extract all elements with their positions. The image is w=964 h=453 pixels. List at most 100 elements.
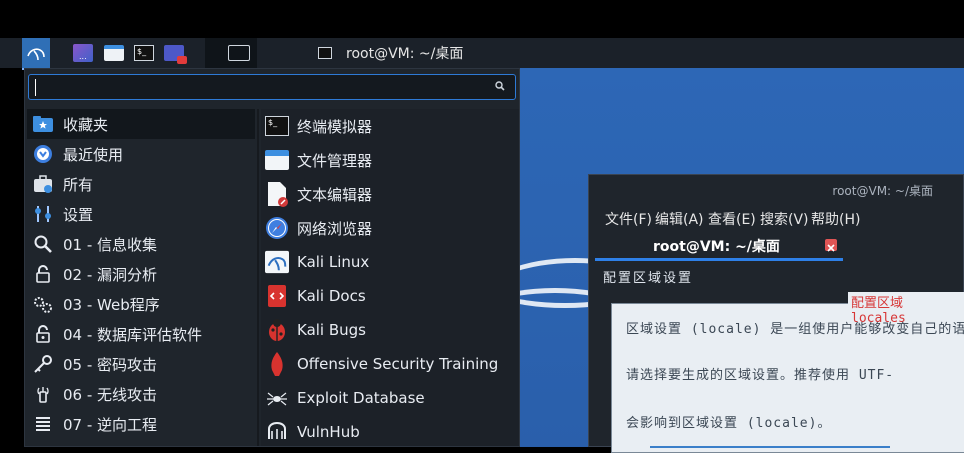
application-list: $_ 终端模拟器 文件管理器 文本编辑器 网络浏览器 Kali Linux Ka… xyxy=(261,109,519,446)
taskbar-window-title: root@VM: ~/桌面 xyxy=(346,46,464,62)
launcher-terminal-button[interactable]: $_ xyxy=(132,41,156,65)
category-label: 04 - 数据库评估软件 xyxy=(63,325,203,344)
category-label: 所有 xyxy=(63,175,94,194)
app-text-editor[interactable]: 文本编辑器 xyxy=(261,179,519,209)
category-label: 03 - Web程序 xyxy=(63,295,160,314)
locales-dialog: 配置区域 locales 区域设置 (locale) 是一组使用户能够改变自己的… xyxy=(611,292,964,453)
app-label: 网络浏览器 xyxy=(297,219,373,238)
app-kali-docs[interactable]: Kali Docs xyxy=(261,281,519,311)
kali-menu-button[interactable] xyxy=(22,38,50,70)
dialog-text-line: 区域设置 (locale) 是一组使用户能够改变自己的语言 xyxy=(626,322,964,337)
category-settings[interactable]: 设置 xyxy=(27,199,255,229)
app-label: 文件管理器 xyxy=(297,151,373,170)
exploit-db-icon xyxy=(265,386,289,410)
app-label: 终端模拟器 xyxy=(297,117,373,136)
folder-icon xyxy=(265,148,289,172)
kali-bugs-icon xyxy=(265,318,289,342)
app-label: VulnHub xyxy=(297,423,360,441)
dialog-divider xyxy=(650,446,890,448)
taskbar: ... $_ root@VM: ~/桌面 xyxy=(0,38,964,70)
unlock-icon xyxy=(31,322,55,346)
category-label: 07 - 逆向工程 xyxy=(63,415,158,434)
application-menu: 收藏夹 最近使用 所有 设置 01 - 信息收集 02 - 漏洞分析 03 - … xyxy=(24,68,520,447)
category-vuln-analysis[interactable]: 02 - 漏洞分析 xyxy=(27,259,255,289)
search-box[interactable] xyxy=(28,74,516,100)
menu-help[interactable]: 帮助(H) xyxy=(811,209,860,229)
app-exploit-database[interactable]: Exploit Database xyxy=(261,383,519,413)
menu-search[interactable]: 搜索(V) xyxy=(760,209,809,229)
terminal-menubar: 文件(F) 编辑(A) 查看(E) 搜索(V) 帮助(H) xyxy=(589,205,964,231)
star-folder-icon xyxy=(31,112,55,136)
category-all[interactable]: 所有 xyxy=(27,169,255,199)
terminal-text-line: 配置区域设置 xyxy=(603,271,694,286)
category-label: 设置 xyxy=(63,205,94,224)
terminal-tab[interactable]: root@VM: ~/桌面 xyxy=(595,231,843,261)
lock-icon xyxy=(31,262,55,286)
window-terminal-icon xyxy=(318,47,332,59)
app-label: Kali Docs xyxy=(297,287,366,305)
offsec-icon xyxy=(265,352,289,376)
key-icon xyxy=(31,352,55,376)
category-list: 收藏夹 最近使用 所有 设置 01 - 信息收集 02 - 漏洞分析 03 - … xyxy=(27,109,255,446)
app-file-manager[interactable]: 文件管理器 xyxy=(261,145,519,175)
terminal-titlebar[interactable]: root@VM: ~/桌面 xyxy=(589,175,964,205)
launcher-file-manager-button[interactable] xyxy=(102,41,126,65)
category-label: 最近使用 xyxy=(63,145,124,164)
web-browser-icon xyxy=(265,216,289,240)
app-web-browser[interactable]: 网络浏览器 xyxy=(261,213,519,243)
search-icon[interactable] xyxy=(495,81,505,91)
terminal-tab-label: root@VM: ~/桌面 xyxy=(653,239,780,255)
kali-linux-icon xyxy=(265,250,289,274)
app-kali-bugs[interactable]: Kali Bugs xyxy=(261,315,519,345)
category-web-apps[interactable]: 03 - Web程序 xyxy=(27,289,255,319)
category-label: 收藏夹 xyxy=(63,115,109,134)
settings-sliders-icon xyxy=(31,202,55,226)
launcher-recorder-button[interactable] xyxy=(161,41,187,65)
workspace-icon xyxy=(228,45,250,61)
screen-top-strip xyxy=(0,0,964,38)
dialog-text-line: 会影响到区域设置 (locale)。 xyxy=(626,416,832,431)
text-caret xyxy=(35,79,36,96)
launcher-workspaces-button[interactable]: ... xyxy=(72,41,94,65)
briefcase-icon xyxy=(31,172,55,196)
terminal-window[interactable]: root@VM: ~/桌面 文件(F) 编辑(A) 查看(E) 搜索(V) 帮助… xyxy=(588,174,964,453)
category-password-attacks[interactable]: 05 - 密码攻击 xyxy=(27,349,255,379)
app-label: Offensive Security Training xyxy=(297,355,499,373)
category-wireless[interactable]: 06 - 无线攻击 xyxy=(27,379,255,409)
taskbar-window-terminal[interactable]: root@VM: ~/桌面 xyxy=(318,41,478,65)
menu-file[interactable]: 文件(F) xyxy=(605,209,652,229)
folder-icon xyxy=(104,45,124,61)
app-label: Exploit Database xyxy=(297,389,425,407)
category-reverse-engineering[interactable]: 07 - 逆向工程 xyxy=(27,409,255,439)
category-label: 02 - 漏洞分析 xyxy=(63,265,158,284)
terminal-icon: $_ xyxy=(134,45,154,61)
spring-icon xyxy=(31,412,55,436)
menu-edit[interactable]: 编辑(A) xyxy=(655,209,704,229)
search-input[interactable] xyxy=(35,78,479,98)
app-kali-linux[interactable]: Kali Linux xyxy=(261,247,519,277)
magnifier-icon xyxy=(31,232,55,256)
tab-close-icon[interactable] xyxy=(825,239,837,252)
text-editor-icon xyxy=(265,182,289,207)
category-info-gathering[interactable]: 01 - 信息收集 xyxy=(27,229,255,259)
category-favorites[interactable]: 收藏夹 xyxy=(27,109,255,139)
kali-docs-icon xyxy=(265,284,289,308)
wireless-icon xyxy=(31,382,55,406)
app-terminal-emulator[interactable]: $_ 终端模拟器 xyxy=(261,111,519,141)
app-vulnhub[interactable]: VulnHub xyxy=(261,417,519,447)
menu-view[interactable]: 查看(E) xyxy=(708,209,756,229)
menu-divider xyxy=(257,109,259,446)
gears-icon xyxy=(31,292,55,316)
recent-icon xyxy=(31,142,55,166)
terminal-output[interactable]: 配置区域设置 配置区域 locales 区域设置 (locale) 是一组使用户… xyxy=(589,265,964,453)
workspaces-app-icon: ... xyxy=(73,44,93,62)
app-label: Kali Bugs xyxy=(297,321,367,339)
category-label: 06 - 无线攻击 xyxy=(63,385,158,404)
terminal-tabbar: root@VM: ~/桌面 xyxy=(589,231,964,261)
category-database[interactable]: 04 - 数据库评估软件 xyxy=(27,319,255,349)
app-label: Kali Linux xyxy=(297,253,370,271)
category-recent[interactable]: 最近使用 xyxy=(27,139,255,169)
workspace-switcher[interactable] xyxy=(205,38,257,68)
app-offensive-security-training[interactable]: Offensive Security Training xyxy=(261,349,519,379)
app-label: 文本编辑器 xyxy=(297,185,373,204)
